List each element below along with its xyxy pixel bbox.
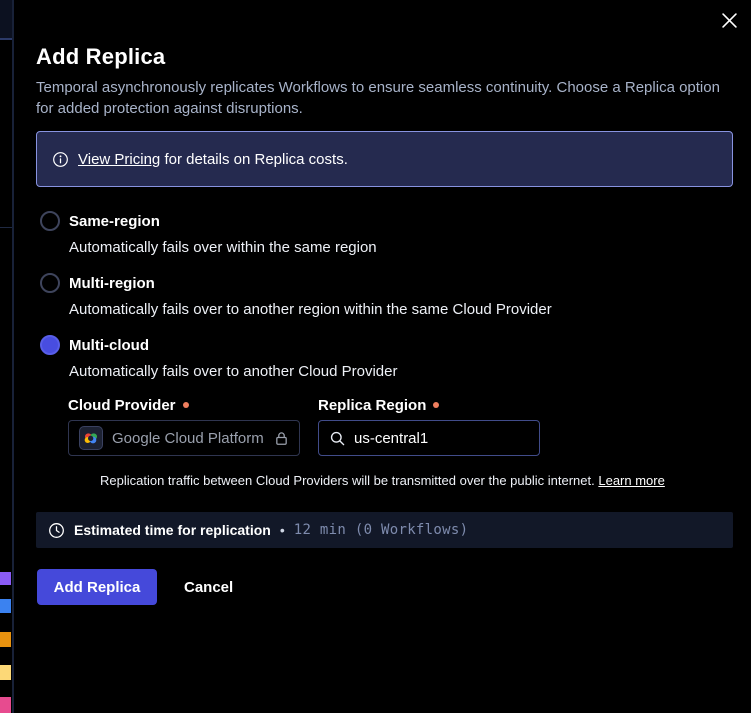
modal-title: Add Replica <box>36 44 733 70</box>
cloud-provider-value: Google Cloud Platform <box>112 430 264 447</box>
estimate-separator: • <box>280 522 285 538</box>
option-multi-region: Multi-region Automatically fails over to… <box>36 273 733 320</box>
option-multi-cloud: Multi-cloud Automatically fails over to … <box>36 335 733 489</box>
public-internet-note: Replication traffic between Cloud Provid… <box>100 473 733 489</box>
status-chip <box>0 665 11 680</box>
lock-icon <box>273 430 290 447</box>
required-dot <box>433 402 439 408</box>
multi-cloud-form: Cloud Provider Replica Region <box>68 397 733 489</box>
cloud-provider-label: Cloud Provider <box>68 397 318 414</box>
option-multi-region-radio-row[interactable]: Multi-region <box>36 273 733 293</box>
close-button[interactable] <box>718 9 740 31</box>
required-dot <box>183 402 189 408</box>
estimate-value: 12 min (0 Workflows) <box>294 522 469 538</box>
info-icon <box>52 151 69 168</box>
option-same-region: Same-region Automatically fails over wit… <box>36 211 733 258</box>
option-description: Automatically fails over to another Clou… <box>69 362 733 382</box>
replica-region-label: Replica Region <box>318 397 568 414</box>
replica-region-input[interactable] <box>354 430 514 447</box>
status-chip <box>0 572 11 585</box>
modal-actions: Add Replica Cancel <box>36 569 733 605</box>
background-column-divider <box>12 0 14 713</box>
option-description: Automatically fails over within the same… <box>69 238 733 258</box>
background-page-sliver <box>0 0 18 713</box>
radio-unselected-icon[interactable] <box>40 273 60 293</box>
view-pricing-link[interactable]: View Pricing <box>78 151 160 168</box>
cloud-provider-select[interactable]: Google Cloud Platform <box>68 420 300 456</box>
option-description: Automatically fails over to another regi… <box>69 300 733 320</box>
gcp-logo-icon <box>79 426 103 450</box>
replica-options-group: Same-region Automatically fails over wit… <box>36 211 733 489</box>
status-chip <box>0 632 11 647</box>
close-icon <box>722 16 737 31</box>
cancel-button[interactable]: Cancel <box>184 579 233 596</box>
learn-more-link[interactable]: Learn more <box>598 473 664 488</box>
add-replica-button[interactable]: Add Replica <box>37 569 157 605</box>
estimated-time-banner: Estimated time for replication • 12 min … <box>36 512 733 548</box>
pricing-banner-text: for details on Replica costs. <box>164 151 347 168</box>
radio-unselected-icon[interactable] <box>40 211 60 231</box>
option-label: Multi-cloud <box>69 337 149 354</box>
clock-icon <box>48 522 65 539</box>
estimate-label: Estimated time for replication <box>74 522 271 538</box>
modal-description: Temporal asynchronously replicates Workf… <box>36 77 733 119</box>
search-icon <box>329 430 346 447</box>
option-same-region-radio-row[interactable]: Same-region <box>36 211 733 231</box>
option-label: Multi-region <box>69 275 155 292</box>
option-multi-cloud-radio-row[interactable]: Multi-cloud <box>36 335 733 355</box>
status-chip <box>0 599 11 613</box>
status-chip <box>0 697 11 713</box>
option-label: Same-region <box>69 213 160 230</box>
add-replica-modal: Add Replica Temporal asynchronously repl… <box>18 0 751 713</box>
pricing-info-banner: View Pricing for details on Replica cost… <box>36 131 733 187</box>
radio-selected-icon[interactable] <box>40 335 60 355</box>
replica-region-field <box>318 420 540 456</box>
